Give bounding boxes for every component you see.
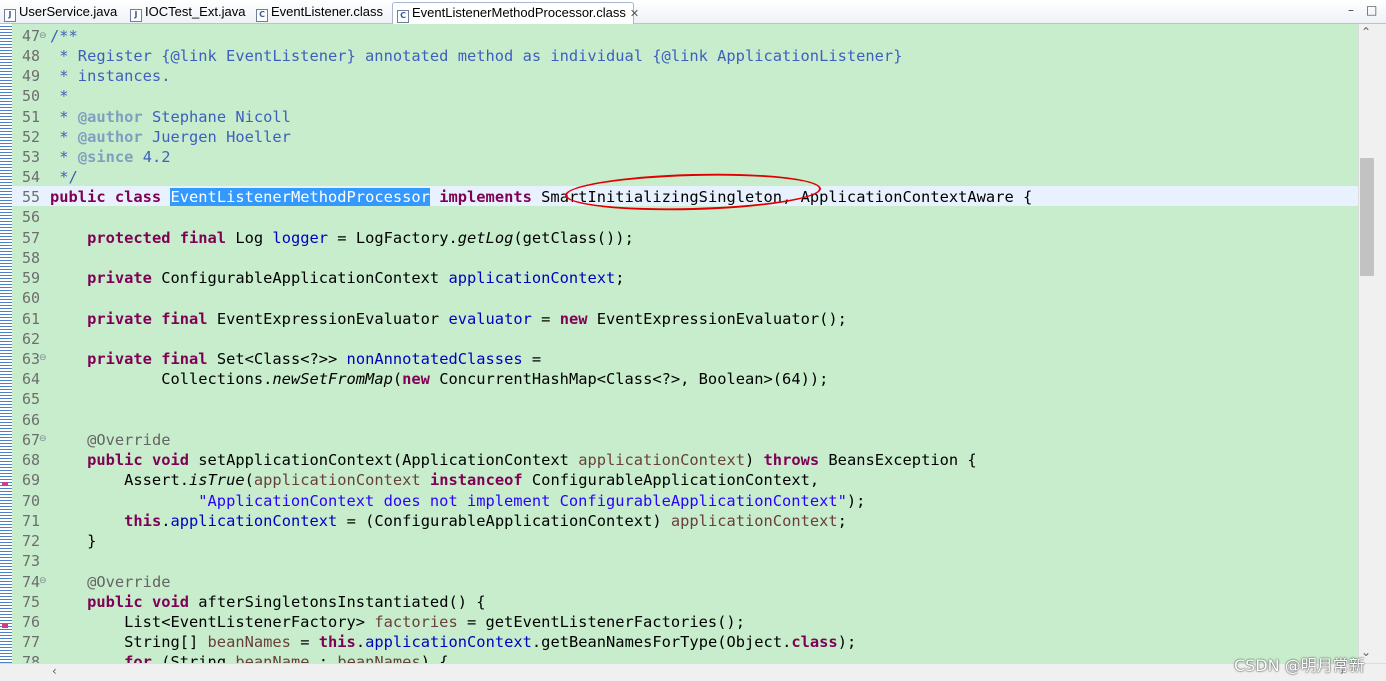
fold-icon[interactable]: ⊖ <box>39 571 47 591</box>
line-number: 66 <box>21 411 40 429</box>
code-line-72: } <box>50 532 97 550</box>
line-number: 51 <box>21 108 40 126</box>
class-file-icon: C <box>256 9 268 22</box>
line-number: 60 <box>21 289 40 307</box>
line-number: 49 <box>21 67 40 85</box>
code-line-47: /** <box>50 27 78 45</box>
line-number: 63 <box>21 350 40 368</box>
line-number: 53 <box>21 148 40 166</box>
line-number: 76 <box>21 613 40 631</box>
code-editor[interactable]: 47 48 49 50 51 52 53 54 55 56 57 58 59 60 61 62 63 64 65 66… <box>12 24 1358 663</box>
code-line-74: @Override <box>87 573 171 591</box>
close-tab-icon[interactable]: ✕ <box>630 7 639 20</box>
code-line-69: Assert.isTrue(applicationContext instanc… <box>50 471 820 489</box>
code-line-70: "ApplicationContext does not implement C… <box>198 492 866 510</box>
java-file-icon: J <box>4 9 16 22</box>
line-number: 57 <box>21 229 40 247</box>
fold-icon[interactable]: ⊖ <box>39 348 47 368</box>
overview-ruler-left <box>0 24 12 663</box>
line-number: 56 <box>21 208 40 226</box>
csdn-watermark: CSDN @明月常新 <box>1234 656 1365 675</box>
code-line-64: Collections.newSetFromMap(new Concurrent… <box>50 370 829 388</box>
line-number: 47 <box>21 27 40 45</box>
code-line-71: this.applicationContext = (ConfigurableA… <box>124 512 847 530</box>
line-number: 73 <box>21 552 40 570</box>
line-number: 77 <box>21 633 40 651</box>
line-number: 59 <box>21 269 40 287</box>
scroll-left-icon[interactable]: ‹ <box>52 664 57 678</box>
line-number: 68 <box>21 451 40 469</box>
line-number: 75 <box>21 593 40 611</box>
java-file-icon: J <box>130 9 142 22</box>
tab-eventlistener[interactable]: C EventListener.class <box>252 2 390 24</box>
code-line-75: public void afterSingletonsInstantiated(… <box>87 593 486 611</box>
tab-userservice[interactable]: J UserService.java <box>0 2 124 24</box>
code-line-57: protected final Log logger = LogFactory.… <box>87 229 634 247</box>
line-number: 50 <box>21 87 40 105</box>
code-line-52: * @author Juergen Hoeller <box>50 128 291 146</box>
line-number: 78 <box>21 653 40 663</box>
code-line-53: * @since 4.2 <box>50 148 171 166</box>
code-line-50: * <box>50 87 69 105</box>
line-number: 74 <box>21 573 40 591</box>
line-number: 48 <box>21 47 40 65</box>
code-line-63: private final Set<Class<?>> nonAnnotated… <box>87 350 542 368</box>
code-line-77: String[] beanNames = this.applicationCon… <box>50 633 857 651</box>
line-number: 70 <box>21 492 40 510</box>
line-number: 54 <box>21 168 40 186</box>
code-line-51: * @author Stephane Nicoll <box>50 108 291 126</box>
vertical-scrollbar-thumb[interactable] <box>1360 158 1374 276</box>
code-line-49: * instances. <box>50 67 171 85</box>
line-number: 69 <box>21 471 40 489</box>
class-file-icon: C <box>397 10 409 23</box>
editor-tab-bar: J UserService.java J IOCTest_Ext.java C Eve… <box>0 0 1386 24</box>
override-marker-icon <box>2 624 8 628</box>
selected-class-name[interactable]: EventListenerMethodProcessor <box>170 188 430 206</box>
line-number: 62 <box>21 330 40 348</box>
scroll-up-icon[interactable]: ⌃ <box>1361 25 1371 39</box>
line-number: 61 <box>21 310 40 328</box>
horizontal-scrollbar[interactable] <box>0 663 1386 681</box>
code-line-48: * Register {@link EventListener} annotat… <box>50 47 903 65</box>
code-line-59: private ConfigurableApplicationContext a… <box>87 269 625 287</box>
line-number: 67 <box>21 431 40 449</box>
override-marker-icon <box>2 482 8 486</box>
minimize-icon[interactable]: – <box>1348 3 1354 17</box>
line-number: 58 <box>21 249 40 267</box>
code-line-76: List<EventListenerFactory> factories = g… <box>50 613 745 631</box>
line-number: 64 <box>21 370 40 388</box>
tab-eventlistenermethodprocessor[interactable]: C EventListenerMethodProcessor.class ✕ <box>392 2 639 24</box>
tab-ioctest-ext[interactable]: J IOCTest_Ext.java <box>126 2 250 24</box>
code-line-61: private final EventExpressionEvaluator e… <box>87 310 847 328</box>
code-line-78: for (String beanName : beanNames) { <box>124 653 449 663</box>
code-line-54: */ <box>50 168 78 186</box>
vertical-scrollbar[interactable] <box>1358 24 1386 663</box>
code-line-68: public void setApplicationContext(Applic… <box>87 451 977 469</box>
line-number: 71 <box>21 512 40 530</box>
maximize-icon[interactable]: □ <box>1366 3 1377 17</box>
line-number: 72 <box>21 532 40 550</box>
code-line-55: public class EventListenerMethodProcesso… <box>50 188 1033 206</box>
line-number: 65 <box>21 390 40 408</box>
line-number: 55 <box>21 188 40 206</box>
fold-icon[interactable]: ⊖ <box>39 26 47 46</box>
fold-icon[interactable]: ⊖ <box>39 429 47 449</box>
line-number: 52 <box>21 128 40 146</box>
code-line-67: @Override <box>87 431 171 449</box>
